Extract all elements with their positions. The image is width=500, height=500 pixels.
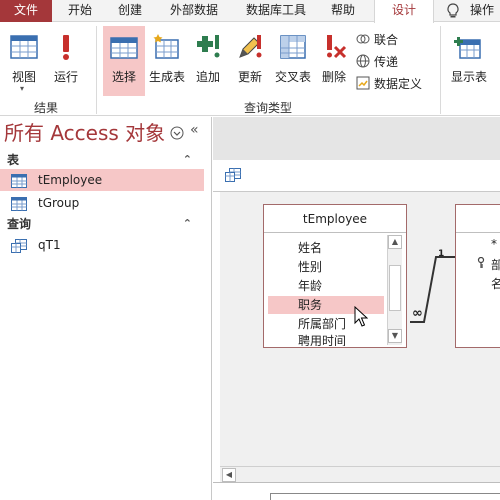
scroll-thumb[interactable] bbox=[389, 265, 401, 311]
make-table-icon bbox=[152, 32, 182, 62]
group-separator bbox=[96, 26, 97, 114]
passthrough-label: 传递 bbox=[374, 55, 399, 69]
collapse-pane-icon[interactable]: « bbox=[190, 122, 199, 138]
nav-section-queries[interactable]: 查询 ⌃ bbox=[0, 214, 204, 234]
relationship-one-label: 1 bbox=[438, 249, 445, 259]
nav-section-label: 查询 bbox=[7, 217, 32, 231]
run-button[interactable]: 运行 bbox=[46, 26, 86, 96]
field-item[interactable]: 年龄 bbox=[268, 277, 384, 295]
show-table-label: 显示表 bbox=[450, 70, 487, 84]
key-icon bbox=[476, 256, 486, 269]
tab-external-data[interactable]: 外部数据 bbox=[160, 0, 228, 22]
table-design-area[interactable]: tEmployee 姓名 性别 年龄 职务 所属部门 聘用时间 ▲ ▼ 1 ∞ … bbox=[220, 192, 500, 467]
nav-section-tables[interactable]: 表 ⌃ bbox=[0, 150, 204, 170]
table-box-second[interactable]: * 部 名 bbox=[455, 204, 500, 348]
table-icon bbox=[11, 173, 27, 188]
nav-item-tgroup[interactable]: tGroup bbox=[0, 192, 204, 214]
passthrough-button[interactable]: 传递 bbox=[356, 52, 398, 72]
tell-me-label[interactable]: 操作 bbox=[470, 0, 500, 22]
query-window-titlebar bbox=[213, 160, 500, 192]
chevron-up-icon[interactable]: ⌃ bbox=[183, 150, 192, 170]
crosstab-button[interactable]: 交叉表 bbox=[272, 26, 314, 96]
data-definition-button[interactable]: 数据定义 bbox=[356, 74, 422, 94]
field-item[interactable]: 性别 bbox=[268, 258, 384, 276]
delete-label: 删除 bbox=[321, 70, 346, 84]
nav-item-label: tEmployee bbox=[38, 173, 103, 187]
crosstab-label: 交叉表 bbox=[274, 70, 311, 84]
table-icon bbox=[11, 196, 27, 211]
view-label: 视图 bbox=[11, 70, 36, 84]
make-table-label: 生成表 bbox=[148, 70, 185, 84]
navigation-pane: 所有 Access 对象 « 表 ⌃ tEmployee tGroup 查询 ⌃… bbox=[0, 117, 212, 500]
table-box-title[interactable]: tEmployee bbox=[264, 205, 406, 233]
update-label: 更新 bbox=[237, 70, 262, 84]
view-icon bbox=[9, 32, 39, 62]
group-results-label: 结果 bbox=[33, 101, 58, 115]
nav-title[interactable]: 所有 Access 对象 bbox=[4, 117, 165, 146]
exclamation-icon bbox=[51, 32, 81, 62]
select-query-icon bbox=[109, 32, 139, 62]
field-item[interactable]: 姓名 bbox=[268, 239, 384, 257]
view-button[interactable]: 视图 ▾ bbox=[4, 26, 44, 96]
data-definition-icon bbox=[356, 76, 370, 90]
field-item[interactable]: 名 bbox=[491, 275, 500, 292]
show-table-button[interactable]: 显示表 bbox=[446, 26, 492, 96]
union-button[interactable]: 联合 bbox=[356, 30, 398, 50]
field-item[interactable]: * bbox=[491, 237, 497, 251]
tab-database-tools[interactable]: 数据库工具 bbox=[236, 0, 316, 22]
tab-home[interactable]: 开始 bbox=[58, 0, 102, 22]
select-query-button[interactable]: 选择 bbox=[103, 26, 145, 96]
show-table-icon bbox=[454, 32, 484, 62]
scroll-left-icon[interactable]: ◀ bbox=[222, 468, 236, 482]
chevron-down-circle-icon[interactable] bbox=[170, 126, 184, 140]
query-icon bbox=[225, 168, 241, 182]
query-icon bbox=[11, 238, 27, 253]
mouse-cursor-icon bbox=[354, 306, 368, 327]
nav-item-temployee[interactable]: tEmployee bbox=[0, 169, 204, 191]
union-icon bbox=[356, 32, 370, 46]
table-box-title[interactable] bbox=[456, 205, 500, 233]
nav-section-label: 表 bbox=[7, 153, 20, 167]
chevron-down-icon[interactable]: ▾ bbox=[20, 84, 24, 93]
table-box-temployee[interactable]: tEmployee 姓名 性别 年龄 职务 所属部门 聘用时间 ▲ ▼ bbox=[263, 204, 407, 348]
scroll-down-icon[interactable]: ▼ bbox=[388, 329, 402, 343]
tab-help[interactable]: 帮助 bbox=[322, 0, 364, 22]
crosstab-icon bbox=[278, 32, 308, 62]
group-query-type-label: 查询类型 bbox=[243, 101, 292, 115]
group-separator bbox=[440, 26, 441, 114]
ribbon: 视图 ▾ 运行 结果 选择 生成表 追加 更新 交叉表 删除 联合 传递 数据定… bbox=[0, 22, 500, 116]
table-box-scrollbar[interactable]: ▲ ▼ bbox=[387, 235, 402, 345]
append-button[interactable]: 追加 bbox=[190, 26, 226, 96]
lightbulb-icon[interactable] bbox=[446, 3, 460, 19]
tab-create[interactable]: 创建 bbox=[108, 0, 152, 22]
pencil-icon bbox=[235, 32, 265, 62]
append-icon bbox=[193, 32, 223, 62]
delete-button[interactable]: 删除 bbox=[316, 26, 352, 96]
query-grid-area[interactable] bbox=[213, 482, 500, 500]
scroll-up-icon[interactable]: ▲ bbox=[388, 235, 402, 249]
globe-icon bbox=[356, 54, 370, 68]
field-item[interactable]: 聘用时间 bbox=[268, 333, 384, 346]
update-button[interactable]: 更新 bbox=[230, 26, 270, 96]
query-grid[interactable] bbox=[270, 493, 500, 500]
ribbon-tab-bar: 文件 开始 创建 外部数据 数据库工具 帮助 设计 操作 bbox=[0, 0, 500, 23]
delete-icon bbox=[319, 32, 349, 62]
field-item[interactable]: 部 bbox=[491, 256, 500, 273]
nav-item-qt1[interactable]: qT1 bbox=[0, 234, 204, 256]
tab-file[interactable]: 文件 bbox=[0, 0, 52, 22]
tab-design[interactable]: 设计 bbox=[374, 0, 434, 23]
chevron-up-icon[interactable]: ⌃ bbox=[183, 214, 192, 234]
relationship-many-label: ∞ bbox=[412, 306, 423, 321]
select-label: 选择 bbox=[111, 70, 136, 84]
nav-item-label: tGroup bbox=[38, 196, 80, 210]
data-definition-label: 数据定义 bbox=[374, 77, 423, 91]
horizontal-scrollbar[interactable]: ◀ bbox=[220, 466, 500, 482]
append-label: 追加 bbox=[195, 70, 220, 84]
union-label: 联合 bbox=[374, 33, 399, 47]
nav-item-label: qT1 bbox=[38, 238, 61, 252]
make-table-button[interactable]: 生成表 bbox=[146, 26, 188, 96]
run-label: 运行 bbox=[53, 70, 78, 84]
